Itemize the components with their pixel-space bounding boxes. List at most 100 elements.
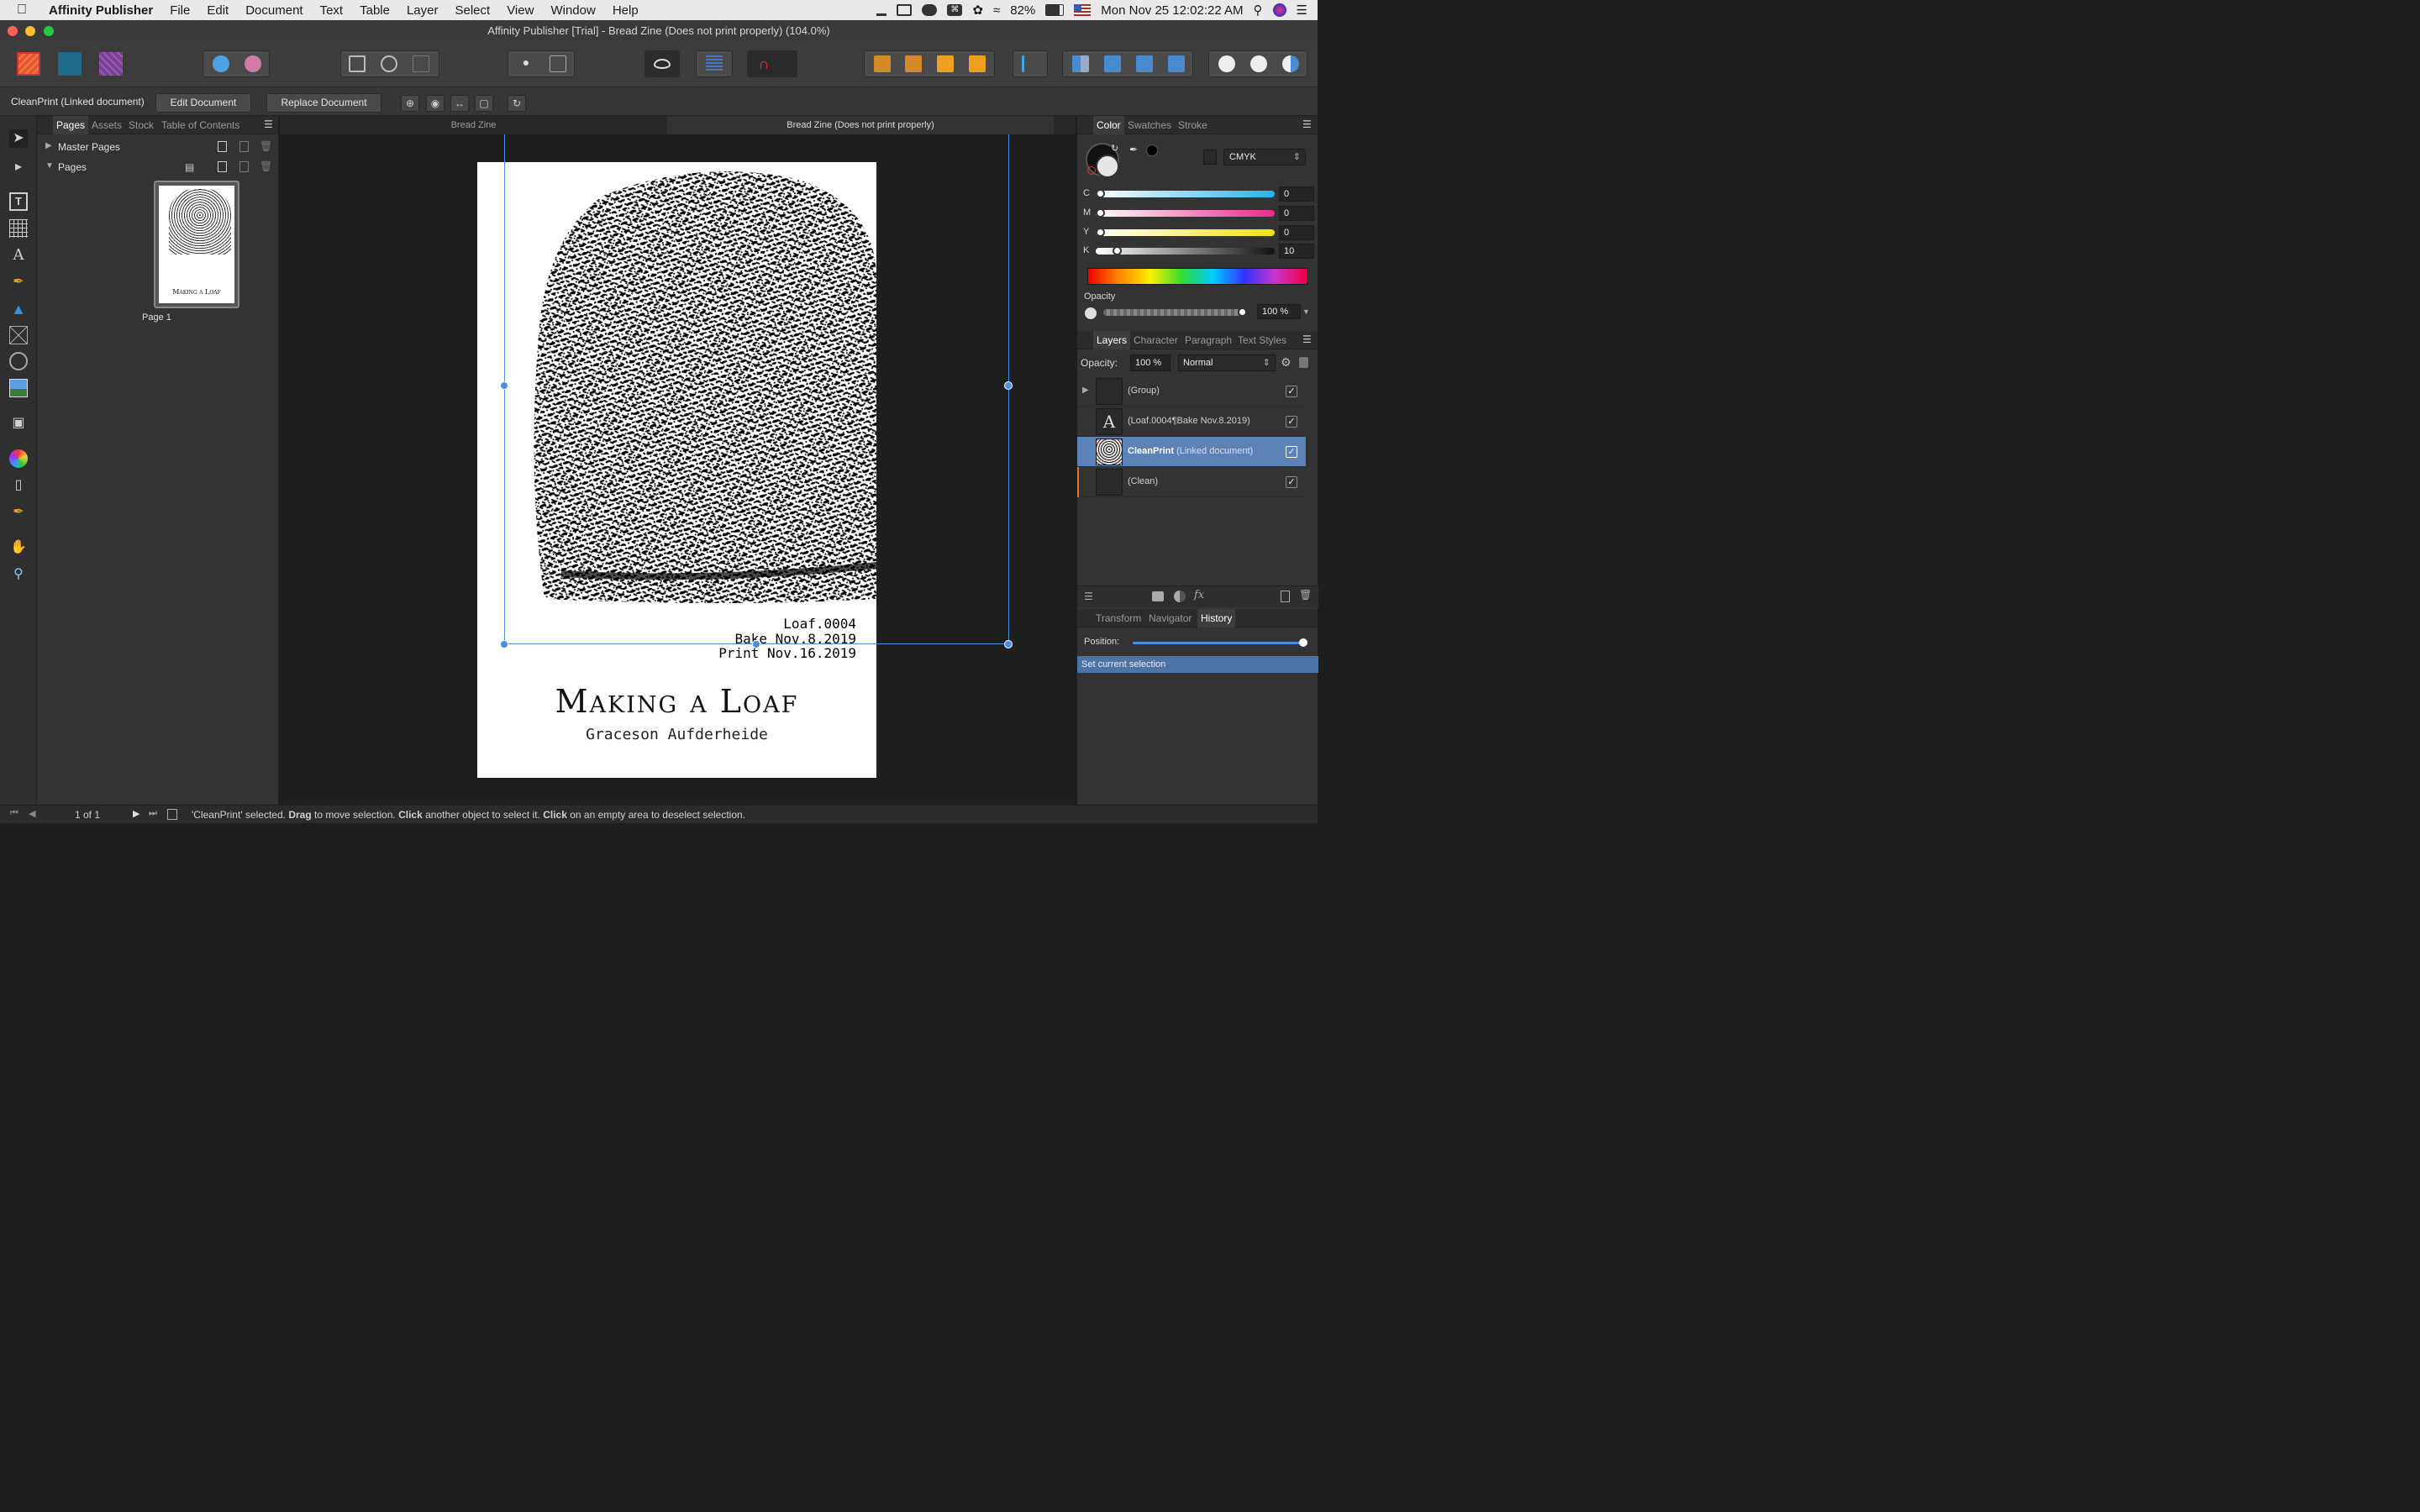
tab-layers[interactable]: Layers xyxy=(1093,331,1131,349)
crop-tool-icon[interactable]: ▣ xyxy=(9,414,28,433)
duplicate-page-icon[interactable] xyxy=(239,161,249,172)
history-position-slider[interactable] xyxy=(1133,638,1307,647)
layer-visibility-checkbox[interactable]: ✓ xyxy=(1286,476,1297,488)
color-model-select[interactable]: CMYK ⇕ xyxy=(1223,149,1306,165)
fx-icon[interactable]: fx xyxy=(1194,589,1204,601)
tab-assets[interactable]: Assets xyxy=(92,119,122,131)
layer-opacity-value[interactable]: 100 % xyxy=(1130,354,1171,371)
crop-icon[interactable]: ▢ xyxy=(475,95,493,112)
add-shape-icon[interactable] xyxy=(1218,55,1235,72)
designer-persona-icon[interactable] xyxy=(58,52,82,76)
frame-text-tool-icon[interactable]: T xyxy=(9,192,28,211)
notification-center-icon[interactable]: ☰ xyxy=(1297,3,1307,18)
pen-tool-icon[interactable]: ✒ xyxy=(9,273,28,291)
move-tool-icon[interactable]: ➤ xyxy=(9,129,28,148)
tab-stock[interactable]: Stock xyxy=(129,119,154,131)
tab-bread-zine[interactable]: Bread Zine xyxy=(280,116,667,134)
layer-settings-gear-icon[interactable]: ⚙ xyxy=(1281,355,1292,370)
delete-layer-icon[interactable]: 🗑 xyxy=(1299,589,1312,601)
fill-color-well[interactable] xyxy=(1096,155,1119,178)
page-1-thumbnail[interactable]: Making a Loaf xyxy=(154,181,239,308)
fill-tool-icon[interactable]: ▯ xyxy=(9,476,28,495)
expand-layer-icon[interactable]: ▶ xyxy=(1082,386,1089,395)
first-page-icon[interactable]: ⏮ xyxy=(10,808,18,819)
layer-stack-icon[interactable]: ☰ xyxy=(1084,591,1093,602)
collapse-triangle-icon[interactable]: ▼ xyxy=(45,161,54,171)
pin-icon[interactable]: ● xyxy=(518,55,534,72)
rotate-left-icon[interactable] xyxy=(1136,55,1153,72)
layer-visibility-checkbox[interactable]: ✓ xyxy=(1286,386,1297,397)
command-icon[interactable]: ⌘ xyxy=(947,4,963,16)
duplicate-master-icon[interactable] xyxy=(239,141,249,152)
selection-handle-left[interactable] xyxy=(500,381,508,390)
channel-k-value[interactable]: 10 xyxy=(1279,244,1314,259)
master-pages-row[interactable]: ▶ Master Pages 🗑 xyxy=(37,138,278,156)
node-tool-icon[interactable]: ▸ xyxy=(9,158,28,176)
current-color-swatch[interactable] xyxy=(1146,144,1158,156)
zoom-tool-icon[interactable]: ⚲ xyxy=(9,565,28,584)
tab-history[interactable]: History xyxy=(1197,609,1236,627)
layer-row-text[interactable]: A (Loaf.0004¶Bake Nov.8.2019) ✓ xyxy=(1077,407,1306,437)
share-persona-icon[interactable] xyxy=(245,55,261,72)
crosshair-icon[interactable]: ⊕ xyxy=(401,95,419,112)
selection-bounding-box[interactable] xyxy=(504,134,1009,644)
artistic-text-tool-icon[interactable]: A xyxy=(9,246,28,265)
menu-edit[interactable]: Edit xyxy=(207,3,229,18)
publisher-persona-icon[interactable] xyxy=(17,52,40,76)
channel-y-value[interactable]: 0 xyxy=(1279,225,1314,240)
spread-view-icon[interactable] xyxy=(349,55,366,72)
menu-select[interactable]: Select xyxy=(455,3,491,18)
zine-author[interactable]: Graceson Aufderheide xyxy=(477,726,876,743)
channel-c-value[interactable]: 0 xyxy=(1279,186,1314,202)
intersect-shape-icon[interactable] xyxy=(1282,55,1299,72)
color-panel-menu-icon[interactable]: ☰ xyxy=(1302,118,1312,130)
apple-icon[interactable]:  xyxy=(17,3,34,18)
eyedropper-tool-icon[interactable]: ✒ xyxy=(9,503,28,522)
expand-triangle-icon[interactable]: ▶ xyxy=(45,141,52,150)
text-wrap-icon[interactable] xyxy=(550,55,566,72)
selection-handle-bottom[interactable] xyxy=(752,640,760,648)
add-master-page-icon[interactable] xyxy=(218,141,227,152)
layer-visibility-checkbox[interactable]: ✓ xyxy=(1286,416,1297,428)
tab-character[interactable]: Character xyxy=(1134,334,1178,346)
color-picker-wheel-icon[interactable] xyxy=(9,449,28,468)
bluetooth-icon[interactable]: ✿ xyxy=(972,3,983,18)
menu-text[interactable]: Text xyxy=(320,3,344,18)
snapping-button[interactable] xyxy=(747,50,797,77)
tab-table-of-contents[interactable]: Table of Contents xyxy=(161,119,239,131)
document-icon[interactable] xyxy=(167,809,177,820)
menu-document[interactable]: Document xyxy=(245,3,302,18)
tab-color[interactable]: Color xyxy=(1093,116,1124,134)
close-window-button[interactable] xyxy=(8,26,18,36)
clock[interactable]: Mon Nov 25 12:02:22 AM xyxy=(1101,3,1243,18)
flip-vertical-icon[interactable] xyxy=(1104,55,1121,72)
move-to-back-icon[interactable] xyxy=(874,55,891,72)
opacity-slider[interactable] xyxy=(1103,307,1247,317)
zoom-window-button[interactable] xyxy=(44,26,54,36)
cloud-icon[interactable] xyxy=(922,4,938,16)
menu-window[interactable]: Window xyxy=(550,3,595,18)
replace-document-button[interactable]: Replace Document xyxy=(266,93,381,113)
preview-icon[interactable] xyxy=(381,55,397,72)
mask-icon[interactable] xyxy=(1152,591,1164,601)
pages-row[interactable]: ▼ Pages ▤ 🗑 xyxy=(37,158,278,176)
broom-icon[interactable] xyxy=(876,4,887,16)
opacity-value[interactable]: 100 % xyxy=(1257,304,1301,319)
tab-transform[interactable]: Transform xyxy=(1096,612,1141,624)
layer-lock-icon[interactable] xyxy=(1299,357,1308,368)
rotate-right-icon[interactable] xyxy=(1168,55,1185,72)
tab-paragraph[interactable]: Paragraph xyxy=(1185,334,1232,346)
blend-mode-select[interactable]: Normal ⇕ xyxy=(1178,354,1276,371)
move-to-front-icon[interactable] xyxy=(969,55,986,72)
menu-file[interactable]: File xyxy=(170,3,190,18)
add-page-icon[interactable] xyxy=(218,161,227,172)
selection-handle-bottom-left[interactable] xyxy=(500,640,508,648)
eyedropper-icon[interactable]: ✒ xyxy=(1129,144,1138,155)
channel-m-value[interactable]: 0 xyxy=(1279,206,1314,221)
flag-icon[interactable] xyxy=(1074,4,1092,16)
delete-master-icon[interactable]: 🗑 xyxy=(260,140,272,152)
preview-eye-icon[interactable]: ◉ xyxy=(426,95,445,112)
history-entry[interactable]: Set current selection xyxy=(1077,656,1318,673)
layer-row-clean[interactable]: (Clean) ✓ xyxy=(1077,467,1306,497)
shape-tool-icon[interactable]: ▲ xyxy=(9,300,28,318)
